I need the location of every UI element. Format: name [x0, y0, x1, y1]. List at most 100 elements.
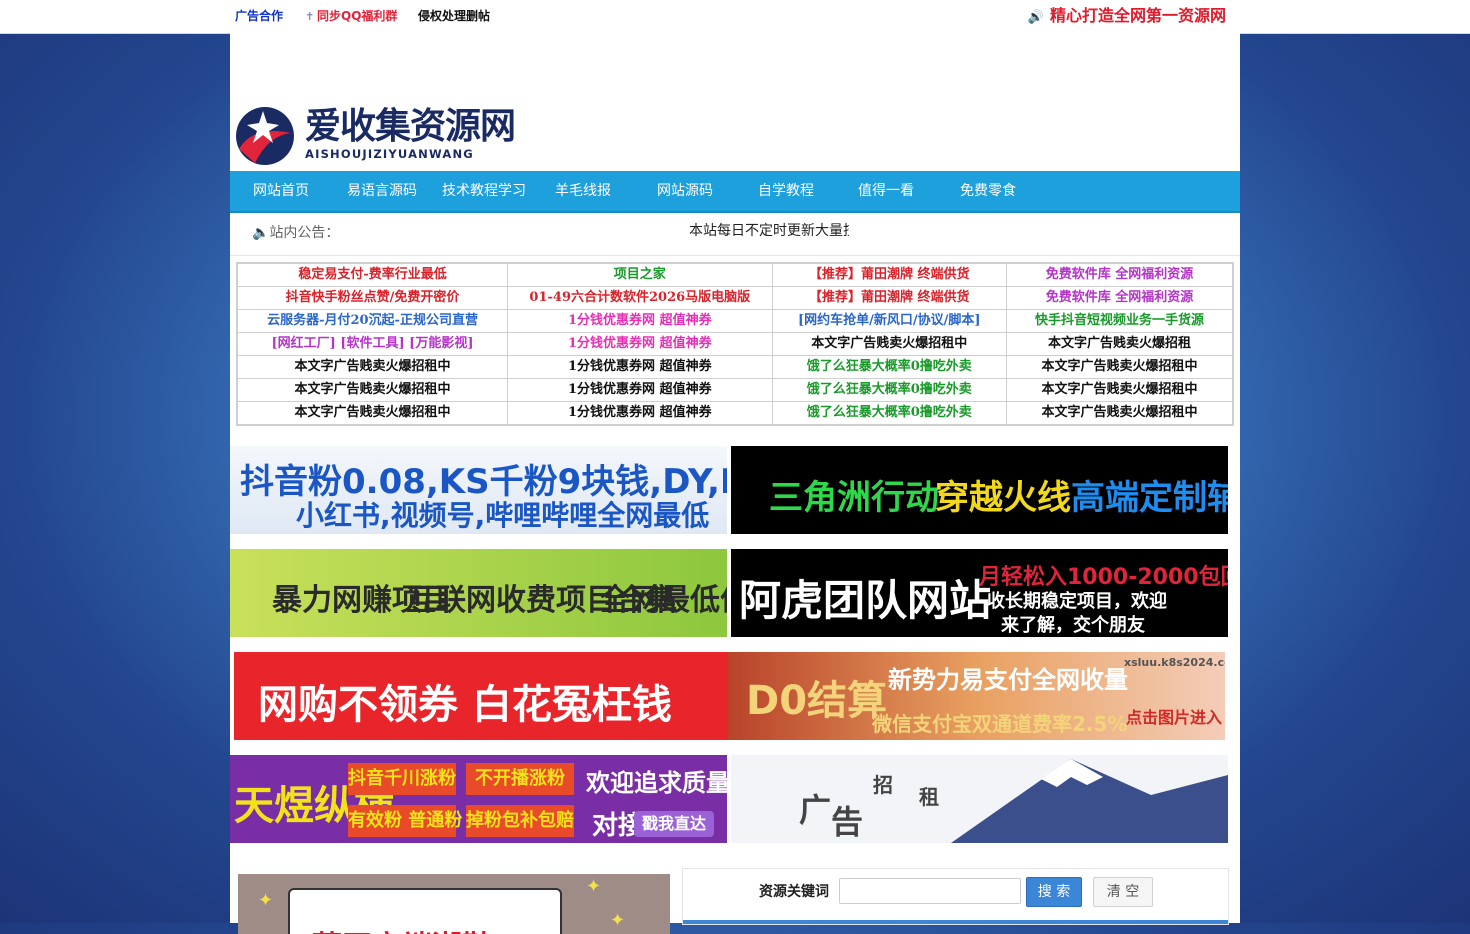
ad-table-row: 稳定易支付-费率行业最低 项目之家 【推荐】莆田潮牌 终端供货 免费软件库 全网福利资… — [236, 262, 1234, 287]
clear-button[interactable]: 清 空 — [1093, 877, 1153, 907]
ad-table-cell[interactable]: 1分钱优惠券网 超值神券 — [507, 355, 773, 379]
banner-text: 欢迎追求质量与稳定 — [586, 769, 727, 797]
banner-earn-projects[interactable]: 暴力网赚项目 互联网收费项目合集 全网最低价 — [230, 549, 727, 637]
announcement-text: 本站每日不定时更新大量技 — [689, 223, 849, 239]
ad-table-row: 抖音快手粉丝点赞/免费开密价 01-49六合计数软件2026马版电脑版 【推荐】莆田… — [236, 286, 1234, 310]
person-icon: ✝ — [305, 10, 315, 23]
nav-item-tutorials[interactable]: 技术教程学习 — [434, 171, 534, 211]
speaker-icon: 🔊 — [1027, 10, 1044, 25]
nav-item-home[interactable]: 网站首页 — [240, 171, 322, 211]
banner-ad-rental[interactable]: 广 告 招 租 — [731, 755, 1228, 843]
ad-table-cell[interactable]: 1分钱优惠券网 超值神券 — [507, 401, 773, 426]
ad-table-cell[interactable]: 本文字广告贱卖火爆招租中 — [1006, 401, 1234, 426]
ad-table-cell[interactable]: 饿了么狂暴大概率0撸吃外卖 — [771, 401, 1008, 426]
ad-cooperation-link[interactable]: 广告合作 — [235, 9, 283, 23]
announcement-label-text: 站内公告： — [269, 225, 340, 241]
logo-text-cn: 爱收集资源网 — [305, 106, 516, 147]
star-icon: ✦ — [586, 876, 602, 897]
banner-text: 租 — [919, 785, 939, 809]
nav-item-snacks[interactable]: 免费零食 — [946, 171, 1030, 211]
nav-item-source[interactable]: 网站源码 — [642, 171, 728, 211]
ad-table-cell[interactable]: [网约车抢单/新风口/协议/脚本] — [771, 309, 1008, 333]
qq-group-link[interactable]: ✝ 同步QQ福利群 — [305, 9, 397, 24]
slogan-text: 精心打造全网第一资源网 — [1049, 6, 1226, 25]
slogan: 🔊 精心打造全网第一资源网 — [1028, 6, 1226, 28]
ad-table-cell[interactable]: 免费软件库 全网福利资源 — [1006, 262, 1234, 287]
ad-table-cell[interactable]: 抖音快手粉丝点赞/免费开密价 — [236, 286, 509, 310]
bottom-promo-image[interactable]: ✦ ✦ ✦ 莆田高端潮鞋 — [238, 874, 670, 934]
nav-item-worth[interactable]: 值得一看 — [844, 171, 928, 211]
nav-item-deals[interactable]: 羊毛线报 — [544, 171, 622, 211]
banner-text: 抖音千川涨粉 — [348, 763, 456, 795]
banner-text: 有效粉 普通粉 — [348, 805, 462, 837]
star-icon: ✦ — [610, 910, 626, 931]
star-icon: ✦ — [258, 890, 274, 911]
banner-coupon[interactable]: 网购不领券 白花冤枉钱 — [234, 652, 728, 740]
banner-text: D0结算 — [746, 678, 888, 724]
resource-search: 资源关键词 搜 索 清 空 — [682, 868, 1229, 925]
banner-text: 小红书,视频号,哔哩哔哩全网最低 — [296, 499, 710, 532]
banner-text: 戳我直达 — [634, 811, 714, 837]
search-label: 资源关键词 — [759, 884, 829, 900]
banner-tianyu[interactable]: 天煜纵横 抖音千川涨粉 不开播涨粉 欢迎追求质量与稳定 有效粉 普通粉 掉粉包补… — [230, 755, 727, 843]
ad-table-cell[interactable]: 快手抖音短视频业务一手货源 — [1006, 309, 1234, 333]
banner-text: 阿虎团队网站 — [739, 576, 992, 625]
ad-table-cell[interactable]: 云服务器-月付20沉起-正规公司直营 — [236, 309, 509, 333]
ad-table-row: 云服务器-月付20沉起-正规公司直营 1分钱优惠券网 超值神券 [网约车抢单/新风口… — [236, 309, 1234, 333]
ad-table-row: [网红工厂] [软件工具] [万能影视] 1分钱优惠券网 超值神券 本文字广告贱卖火… — [236, 332, 1234, 356]
ad-table-cell[interactable]: 1分钱优惠券网 超值神券 — [507, 378, 773, 402]
banner-text: 穿越火线 — [935, 478, 1071, 518]
banner-text: 高端定制辅助 — [1071, 478, 1228, 518]
ad-table-cell[interactable]: 本文字广告贱卖火爆招租中 — [236, 401, 509, 426]
banner-text: 招 — [873, 773, 893, 797]
banner-text: 点击图片进入 — [1126, 708, 1223, 727]
ad-table-row: 本文字广告贱卖火爆招租中 1分钱优惠券网 超值神券 饿了么狂暴大概率0撸吃外卖 本文字… — [236, 355, 1234, 379]
banner-text: 来了解，交个朋友 — [1001, 615, 1145, 636]
top-bar: 广告合作 ✝ 同步QQ福利群 侵权处理删帖 🔊 精心打造全网第一资源网 — [0, 0, 1470, 34]
logo-text-en: AISHOUJIZIYUANWANG — [305, 147, 474, 161]
ad-table-cell[interactable]: [网红工厂] [软件工具] [万能影视] — [236, 332, 509, 356]
ad-table-cell[interactable]: 项目之家 — [507, 262, 773, 287]
removal-link[interactable]: 侵权处理删帖 — [418, 9, 490, 23]
search-accent-bar — [683, 920, 1228, 924]
banner-text: 掉粉包补包赔 — [466, 805, 574, 837]
banner-text: 网购不领券 白花冤枉钱 — [258, 682, 672, 728]
ad-table-cell[interactable]: 本文字广告贱卖火爆招租中 — [1006, 355, 1234, 379]
banner-delta-force[interactable]: 三角洲行动 穿越火线 高端定制辅助 — [731, 446, 1228, 534]
main-nav: 网站首页 易语言源码 技术教程学习 羊毛线报 网站源码 自学教程 值得一看 免费… — [230, 171, 1240, 213]
ad-table-cell[interactable]: 免费软件库 全网福利资源 — [1006, 286, 1234, 310]
main-container: 爱收集资源网 AISHOUJIZIYUANWANG 网站首页 易语言源码 技术教… — [230, 33, 1240, 934]
ad-table-cell[interactable]: 饿了么狂暴大概率0撸吃外卖 — [771, 355, 1008, 379]
banner-text: 微信支付宝双通道费率2.5% — [872, 712, 1128, 736]
banner-epay[interactable]: D0结算 新势力易支付全网收量 微信支付宝双通道费率2.5% 点击图片进入 xs… — [728, 652, 1225, 740]
text-ad-table: 稳定易支付-费率行业最低 项目之家 【推荐】莆田潮牌 终端供货 免费软件库 全网福利资… — [236, 262, 1234, 426]
banner-douyin-fans[interactable]: 抖音粉0.08,KS千粉9块钱,DY,KS 小红书,视频号,哔哩哔哩全网最低 — [230, 446, 727, 534]
ad-table-cell[interactable]: 【推荐】莆田潮牌 终端供货 — [771, 262, 1008, 287]
ad-table-row: 本文字广告贱卖火爆招租中 1分钱优惠券网 超值神券 饿了么狂暴大概率0撸吃外卖 本文字… — [236, 378, 1234, 402]
banner-text: 新势力易支付全网收量 — [888, 666, 1128, 694]
banner-text: 不开播涨粉 — [466, 763, 574, 795]
ad-table-cell[interactable]: 本文字广告贱卖火爆招租 — [1006, 332, 1234, 356]
announcement-bar: 🔈站内公告： 本站每日不定时更新大量技 — [230, 213, 1240, 256]
ad-table-cell[interactable]: 本文字广告贱卖火爆招租中 — [236, 355, 509, 379]
nav-item-selfstudy[interactable]: 自学教程 — [744, 171, 828, 211]
search-button[interactable]: 搜 索 — [1026, 877, 1082, 907]
ad-table-cell[interactable]: 01-49六合计数软件2026马版电脑版 — [507, 286, 773, 310]
nav-item-eyuyan[interactable]: 易语言源码 — [336, 171, 428, 211]
site-logo[interactable]: 爱收集资源网 AISHOUJIZIYUANWANG — [233, 103, 523, 167]
ad-table-cell[interactable]: 【推荐】莆田潮牌 终端供货 — [771, 286, 1008, 310]
promo-card: 莆田高端潮鞋 — [288, 888, 562, 934]
ad-table-cell[interactable]: 本文字广告贱卖火爆招租中 — [236, 378, 509, 402]
ad-table-cell[interactable]: 1分钱优惠券网 超值神券 — [507, 309, 773, 333]
promo-card-text: 莆田高端潮鞋 — [312, 922, 492, 934]
ad-table-cell[interactable]: 本文字广告贱卖火爆招租中 — [1006, 378, 1234, 402]
banner-ahu-team[interactable]: 阿虎团队网站 月轻松入1000-2000包回本 收长期稳定项目，欢迎 来了解，交… — [731, 549, 1228, 637]
logo-emblem-icon — [236, 107, 294, 165]
banner-text: 广 — [799, 791, 832, 829]
search-input[interactable] — [839, 878, 1021, 904]
announcement-label: 🔈站内公告： — [252, 224, 339, 242]
ad-table-cell[interactable]: 本文字广告贱卖火爆招租中 — [771, 332, 1008, 356]
ad-table-cell[interactable]: 1分钱优惠券网 超值神券 — [507, 332, 773, 356]
ad-table-cell[interactable]: 饿了么狂暴大概率0撸吃外卖 — [771, 378, 1008, 402]
ad-table-cell[interactable]: 稳定易支付-费率行业最低 — [236, 262, 509, 287]
